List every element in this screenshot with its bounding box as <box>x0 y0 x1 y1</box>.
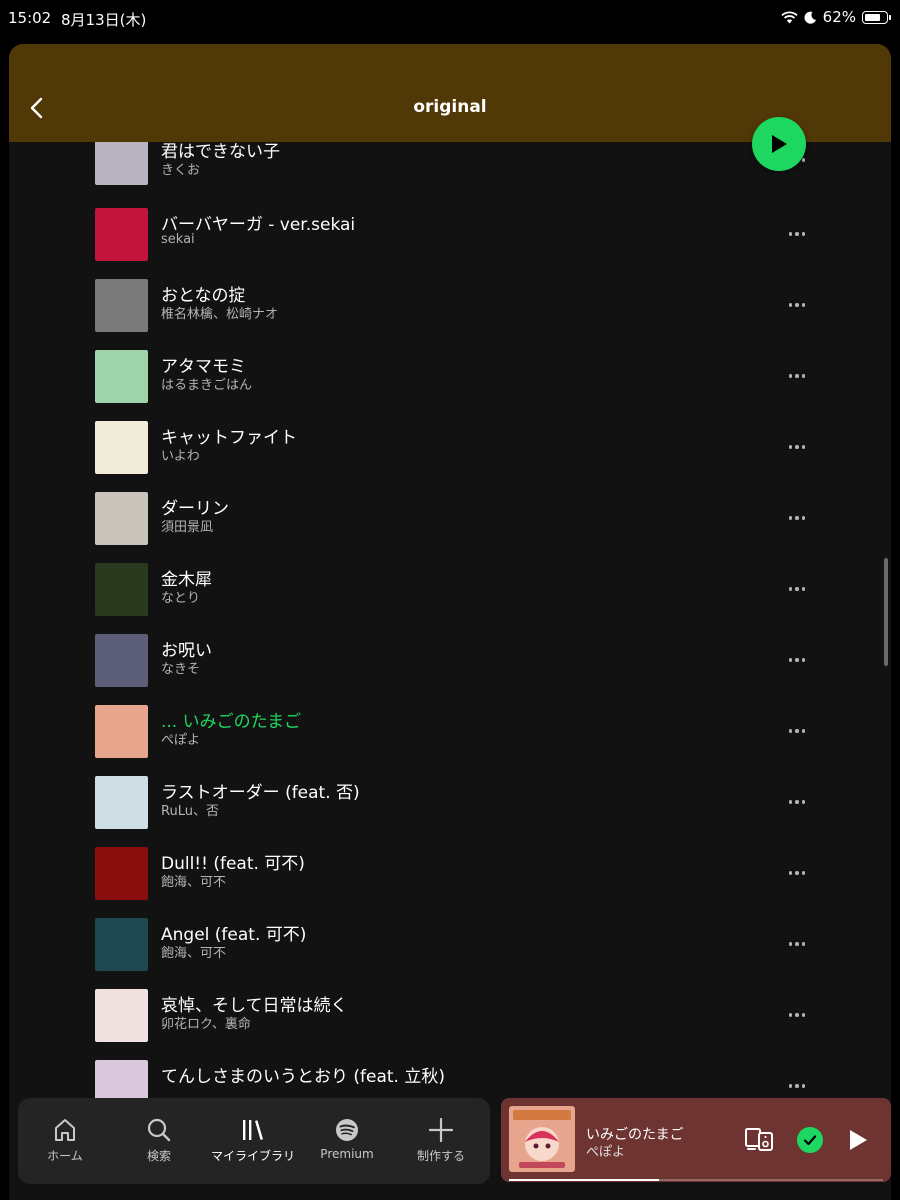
nav-label: Premium <box>320 1147 374 1161</box>
track-row[interactable]: アタマモミ はるまきごはん <box>9 350 891 421</box>
play-icon <box>772 135 787 153</box>
track-artist: 椎名林檎、松崎ナオ <box>161 307 279 322</box>
playback-progress[interactable] <box>509 1179 883 1181</box>
saved-check-button[interactable] <box>797 1127 823 1153</box>
track-cover <box>95 705 148 758</box>
track-artist: なとり <box>161 591 201 606</box>
track-artist: きくお <box>161 163 201 178</box>
track-artist: はるまきごはん <box>161 378 253 393</box>
playlist-panel: original 君はできない子 きくお バーバヤーガ - ver.sekai sek… <box>9 44 891 1200</box>
page-title: original <box>413 97 487 117</box>
mini-player[interactable]: いみごのたまご ぺぽよ <box>501 1098 891 1182</box>
nav-label: 制作する <box>416 1149 465 1163</box>
check-icon <box>803 1135 817 1146</box>
battery-icon <box>862 10 891 24</box>
track-artist: ぺぽよ <box>161 733 201 748</box>
bottom-nav: ホーム 検索 マイライブラリ Premium 制作する <box>18 1098 490 1184</box>
progress-fill <box>509 1179 659 1181</box>
plus-icon <box>428 1117 454 1143</box>
library-icon <box>243 1120 263 1140</box>
track-cover <box>95 208 148 261</box>
track-artist: なきそ <box>161 662 201 677</box>
nav-premium[interactable]: Premium <box>300 1098 394 1184</box>
spotify-icon <box>336 1119 358 1141</box>
more-options-icon[interactable] <box>785 719 809 743</box>
nav-create[interactable]: 制作する <box>394 1098 488 1184</box>
track-artist: 飽海、可不 <box>161 875 227 890</box>
play-button[interactable] <box>752 117 806 171</box>
track-artist: sekai <box>161 232 195 247</box>
nav-label: ホーム <box>47 1149 83 1163</box>
track-cover <box>95 279 148 332</box>
track-cover <box>95 492 148 545</box>
track-cover <box>95 563 148 616</box>
track-cover <box>95 350 148 403</box>
status-date: 8月13日(木) <box>61 11 147 29</box>
track-cover <box>95 847 148 900</box>
track-artist: 卯花ロク、裏命 <box>161 1017 251 1032</box>
track-row[interactable]: ... いみごのたまご ぺぽよ <box>9 705 891 776</box>
nav-home[interactable]: ホーム <box>18 1098 112 1184</box>
connect-device-icon[interactable] <box>744 1126 774 1152</box>
more-options-icon[interactable] <box>785 577 809 601</box>
track-row[interactable]: ダーリン 須田景凪 <box>9 492 891 563</box>
more-options-icon[interactable] <box>785 222 809 246</box>
track-row[interactable]: Angel (feat. 可不) 飽海、可不 <box>9 918 891 989</box>
nav-search[interactable]: 検索 <box>112 1098 206 1184</box>
search-icon <box>147 1118 171 1142</box>
more-options-icon[interactable] <box>785 506 809 530</box>
mini-play-icon[interactable] <box>846 1127 870 1153</box>
track-row[interactable]: おとなの掟 椎名林檎、松崎ナオ <box>9 279 891 350</box>
track-cover <box>95 776 148 829</box>
more-options-icon[interactable] <box>785 932 809 956</box>
track-title: てんしさまのいうとおり (feat. 立秋) <box>161 1067 446 1087</box>
more-options-icon[interactable] <box>785 435 809 459</box>
track-row[interactable]: ラストオーダー (feat. 否) RuLu、否 <box>9 776 891 847</box>
now-playing-artist: ぺぽよ <box>586 1145 626 1160</box>
more-options-icon[interactable] <box>785 1003 809 1027</box>
status-bar: 15:02 8月13日(木) 62% <box>0 0 900 36</box>
track-artist: いよわ <box>161 449 200 464</box>
track-row[interactable]: バーバヤーガ - ver.sekai sekai <box>9 208 891 279</box>
more-options-icon[interactable] <box>785 364 809 388</box>
track-cover <box>95 421 148 474</box>
nav-label: マイライブラリ <box>210 1149 295 1163</box>
home-icon <box>55 1119 75 1141</box>
track-row[interactable]: Dull!! (feat. 可不) 飽海、可不 <box>9 847 891 918</box>
more-options-icon[interactable] <box>785 1074 809 1098</box>
track-list: 君はできない子 きくお バーバヤーガ - ver.sekai sekai おとなの掟 椎名… <box>9 142 891 1100</box>
track-row[interactable]: 金木犀 なとり <box>9 563 891 634</box>
more-options-icon[interactable] <box>785 293 809 317</box>
track-cover <box>95 142 148 185</box>
now-playing-cover <box>509 1106 575 1172</box>
status-time: 15:02 <box>8 9 52 27</box>
more-options-icon[interactable] <box>785 648 809 672</box>
track-cover <box>95 634 148 687</box>
more-options-icon[interactable] <box>785 861 809 885</box>
track-cover <box>95 918 148 971</box>
track-row[interactable]: てんしさまのいうとおり (feat. 立秋) <box>9 1060 891 1100</box>
track-artist: 飽海、可不 <box>161 946 227 961</box>
track-artist: 須田景凪 <box>161 520 214 535</box>
track-cover <box>95 989 148 1042</box>
battery-percent: 62% <box>822 8 856 26</box>
wifi-icon <box>781 11 798 23</box>
nav-label: 検索 <box>146 1149 171 1163</box>
nav-library[interactable]: マイライブラリ <box>206 1098 300 1184</box>
track-artist: RuLu、否 <box>161 804 219 819</box>
more-options-icon[interactable] <box>785 790 809 814</box>
track-row[interactable]: お呪い なきそ <box>9 634 891 705</box>
track-cover <box>95 1060 148 1100</box>
track-row[interactable]: キャットファイト いよわ <box>9 421 891 492</box>
moon-icon <box>804 11 816 24</box>
scrollbar[interactable] <box>884 558 888 666</box>
track-row[interactable]: 哀悼、そして日常は続く 卯花ロク、裏命 <box>9 989 891 1060</box>
